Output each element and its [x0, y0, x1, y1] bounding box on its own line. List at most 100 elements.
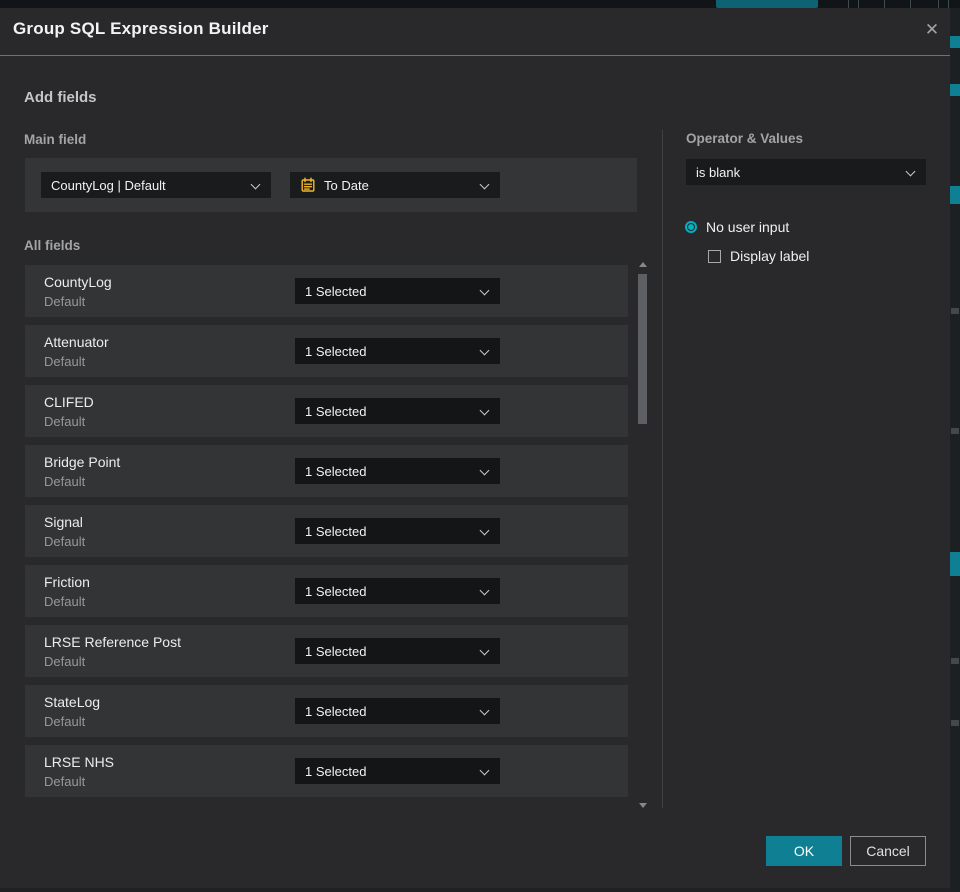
field-name: Bridge Point [44, 454, 121, 470]
scrollbar-thumb[interactable] [638, 274, 647, 424]
field-name: CLIFED [44, 394, 94, 410]
background-fragment [950, 36, 960, 48]
close-button[interactable]: ✕ [918, 16, 946, 44]
field-subtitle: Default [44, 414, 86, 429]
main-field-dropdown[interactable]: CountyLog | Default [41, 172, 271, 198]
field-name: Signal [44, 514, 83, 530]
operator-values-heading: Operator & Values [686, 131, 804, 146]
background-fragment [950, 186, 960, 204]
field-row: Bridge Point Default 1 Selected [25, 445, 628, 497]
field-subtitle: Default [44, 534, 86, 549]
field-selection-dropdown[interactable]: 1 Selected [295, 578, 500, 604]
live-view-label: Live view [749, 0, 798, 3]
dropdown-value: 1 Selected [305, 403, 367, 419]
background-fragment [951, 720, 959, 726]
field-subtitle: Default [44, 714, 86, 729]
field-row: Attenuator Default 1 Selected [25, 325, 628, 377]
main-field-label: Main field [24, 132, 87, 147]
chevron-down-icon [479, 705, 490, 716]
toolbar-divider [910, 0, 911, 8]
chevron-down-icon [479, 465, 490, 476]
field-row: Signal Default 1 Selected [25, 505, 628, 557]
dialog-title: Group SQL Expression Builder [13, 19, 269, 38]
background-fragment [951, 428, 959, 434]
field-row: CLIFED Default 1 Selected [25, 385, 628, 437]
field-row: StateLog Default 1 Selected [25, 685, 628, 737]
calendar-icon [301, 177, 315, 192]
field-row: CountyLog Default 1 Selected [25, 265, 628, 317]
live-view-button: Live view [716, 0, 818, 8]
dropdown-value: 1 Selected [305, 763, 367, 779]
field-name: LRSE Reference Post [44, 634, 181, 650]
add-fields-heading: Add fields [24, 89, 97, 106]
field-selection-dropdown[interactable]: 1 Selected [295, 698, 500, 724]
background-app-toolbar: Live view [0, 0, 960, 8]
chevron-down-icon [479, 645, 490, 656]
background-fragment [951, 658, 959, 664]
toolbar-divider [848, 0, 849, 8]
cancel-button[interactable]: Cancel [850, 836, 926, 866]
chevron-down-icon [479, 179, 490, 190]
background-fragment [950, 84, 960, 96]
field-selection-dropdown[interactable]: 1 Selected [295, 518, 500, 544]
field-name: LRSE NHS [44, 754, 115, 770]
scrollbar[interactable] [636, 258, 650, 812]
field-selection-dropdown[interactable]: 1 Selected [295, 638, 500, 664]
dropdown-value: 1 Selected [305, 643, 367, 659]
operator-dropdown[interactable]: is blank [686, 159, 926, 185]
dialog-bottom-edge [0, 888, 950, 892]
date-field-dropdown[interactable]: To Date [290, 172, 500, 198]
ok-button[interactable]: OK [766, 836, 842, 866]
field-subtitle: Default [44, 774, 86, 789]
field-subtitle: Default [44, 354, 86, 369]
radio-label: No user input [706, 219, 790, 235]
chevron-down-icon [905, 166, 916, 177]
dropdown-value: CountyLog | Default [51, 177, 166, 193]
background-fragment [950, 552, 960, 576]
background-app-edge [950, 8, 960, 892]
panel-divider [662, 130, 663, 808]
field-row: LRSE Reference Post Default 1 Selected [25, 625, 628, 677]
field-selection-dropdown[interactable]: 1 Selected [295, 278, 500, 304]
toolbar-divider [884, 0, 885, 8]
radio-icon [685, 221, 697, 233]
checkbox-icon [708, 249, 721, 263]
chevron-down-icon [479, 585, 490, 596]
field-selection-dropdown[interactable]: 1 Selected [295, 458, 500, 484]
field-subtitle: Default [44, 594, 86, 609]
scroll-up-icon[interactable] [639, 262, 647, 267]
field-selection-dropdown[interactable]: 1 Selected [295, 758, 500, 784]
dropdown-value: 1 Selected [305, 343, 367, 359]
field-selection-dropdown[interactable]: 1 Selected [295, 338, 500, 364]
close-icon: ✕ [924, 20, 940, 39]
field-name: CountyLog [44, 274, 112, 290]
dropdown-value: 1 Selected [305, 583, 367, 599]
chevron-down-icon [479, 765, 490, 776]
dropdown-value: 1 Selected [305, 283, 367, 299]
field-name: Friction [44, 574, 90, 590]
dropdown-value: 1 Selected [305, 703, 367, 719]
field-row: Friction Default 1 Selected [25, 565, 628, 617]
field-row: LRSE NHS Default 1 Selected [25, 745, 628, 797]
field-name: Attenuator [44, 334, 109, 350]
field-subtitle: Default [44, 654, 86, 669]
no-user-input-radio[interactable]: No user input [685, 219, 789, 235]
all-fields-label: All fields [24, 238, 81, 253]
chevron-down-icon [250, 179, 261, 190]
main-field-panel: CountyLog | Default To Date [25, 158, 637, 212]
toolbar-divider [938, 0, 939, 8]
dropdown-value: 1 Selected [305, 523, 367, 539]
checkbox-label: Display label [730, 248, 810, 264]
header-divider [0, 55, 950, 56]
display-label-checkbox[interactable]: Display label [708, 248, 809, 264]
dropdown-value: To Date [324, 177, 369, 193]
field-selection-dropdown[interactable]: 1 Selected [295, 398, 500, 424]
background-fragment [951, 308, 959, 314]
dropdown-value: is blank [696, 164, 741, 180]
toolbar-divider [948, 0, 949, 8]
chevron-down-icon [479, 405, 490, 416]
scroll-down-icon[interactable] [639, 803, 647, 808]
chevron-down-icon [479, 525, 490, 536]
all-fields-list: CountyLog Default 1 Selected Attenuator Defa… [25, 265, 628, 805]
field-subtitle: Default [44, 294, 86, 309]
